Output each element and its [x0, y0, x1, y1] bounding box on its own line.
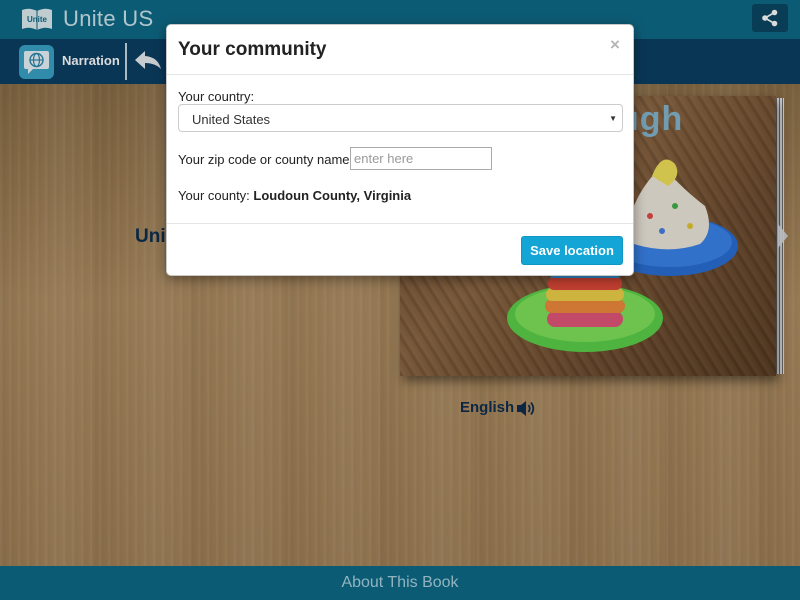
country-selected-value: United States — [192, 112, 271, 127]
zip-code-input[interactable] — [350, 147, 492, 170]
zip-label: Your zip code or county name: — [178, 152, 354, 167]
modal-title: Your community — [178, 39, 327, 60]
country-label: Your country: — [178, 89, 255, 104]
modal-footer-divider — [167, 223, 633, 224]
close-icon[interactable]: × — [610, 35, 620, 55]
modal-header: Your community × — [167, 25, 633, 75]
save-location-button[interactable]: Save location — [521, 236, 623, 265]
community-modal: Your community × Your country: United St… — [166, 24, 634, 276]
county-value: Loudoun County, Virginia — [253, 188, 412, 203]
county-row: Your county: Loudoun County, Virginia — [178, 188, 411, 203]
country-select[interactable]: United States ▼ — [178, 104, 623, 132]
chevron-down-icon: ▼ — [609, 114, 617, 123]
county-label: Your county: — [178, 188, 250, 203]
